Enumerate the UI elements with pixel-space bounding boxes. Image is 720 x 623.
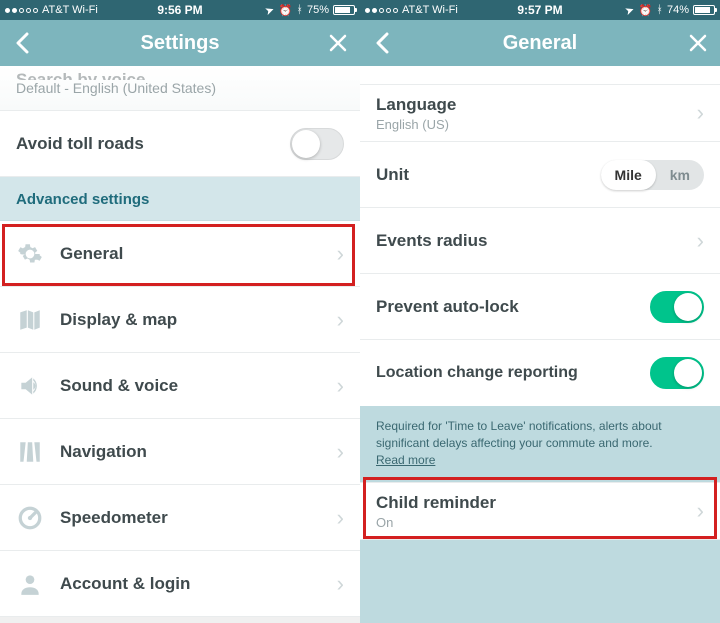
- row-general[interactable]: General ›: [0, 221, 360, 287]
- row-location-reporting[interactable]: Location change reporting: [360, 340, 720, 406]
- language-value: English (US): [376, 117, 689, 132]
- location-reporting-label: Location change reporting: [376, 364, 650, 382]
- row-navigation[interactable]: Navigation ›: [0, 419, 360, 485]
- clock-label: 9:56 PM: [157, 3, 202, 17]
- chevron-right-icon: ›: [329, 241, 344, 267]
- back-button[interactable]: [360, 20, 404, 66]
- status-bar: AT&T Wi-Fi 9:57 PM ➤ ⏰ ᚼ 74%: [360, 0, 720, 20]
- chevron-right-icon: ›: [329, 439, 344, 465]
- unit-option-mile[interactable]: Mile: [601, 160, 656, 190]
- status-bar: AT&T Wi-Fi 9:56 PM ➤ ⏰ ᚼ 75%: [0, 0, 360, 20]
- prevent-autolock-toggle[interactable]: [650, 291, 704, 323]
- account-login-label: Account & login: [60, 574, 329, 594]
- battery-pct-label: 74%: [667, 4, 689, 16]
- unit-segmented[interactable]: Mile km: [601, 160, 704, 190]
- search-voice-subtitle: Default - English (United States): [16, 80, 344, 96]
- chevron-right-icon: ›: [689, 228, 704, 254]
- row-avoid-tolls[interactable]: Avoid toll roads: [0, 111, 360, 177]
- location-reporting-toggle[interactable]: [650, 357, 704, 389]
- events-radius-label: Events radius: [376, 231, 689, 251]
- map-icon: [16, 306, 44, 334]
- language-label: Language: [376, 95, 689, 115]
- chevron-right-icon: ›: [329, 571, 344, 597]
- speedometer-label: Speedometer: [60, 508, 329, 528]
- navigation-icon: [16, 438, 44, 466]
- row-child-reminder[interactable]: Child reminder On ›: [360, 482, 720, 540]
- carrier-label: AT&T Wi-Fi: [402, 4, 458, 16]
- alarm-icon: ⏰: [639, 4, 653, 17]
- signal-dots-icon: [365, 8, 398, 13]
- page-title: General: [503, 32, 577, 55]
- chevron-right-icon: ›: [329, 373, 344, 399]
- nav-bar: General: [360, 20, 720, 66]
- bluetooth-icon: ᚼ: [296, 4, 303, 16]
- close-button[interactable]: [316, 20, 360, 66]
- row-sound-voice[interactable]: Sound & voice ›: [0, 353, 360, 419]
- row-search-by-voice[interactable]: Search by voice Default - English (Unite…: [0, 66, 360, 111]
- read-more-link[interactable]: Read more: [376, 453, 435, 467]
- screen-settings: AT&T Wi-Fi 9:56 PM ➤ ⏰ ᚼ 75% Settings Se…: [0, 0, 360, 623]
- screen-bg-fill: [360, 540, 720, 623]
- info-banner: Required for 'Time to Leave' notificatio…: [360, 406, 720, 482]
- speedometer-icon: [16, 504, 44, 532]
- account-icon: [16, 570, 44, 598]
- row-display-map[interactable]: Display & map ›: [0, 287, 360, 353]
- row-events-radius[interactable]: Events radius ›: [360, 208, 720, 274]
- row-account-login[interactable]: Account & login ›: [0, 551, 360, 617]
- battery-icon: [693, 5, 715, 15]
- alarm-icon: ⏰: [279, 4, 293, 17]
- navigation-label: Navigation: [60, 442, 329, 462]
- chevron-right-icon: ›: [329, 505, 344, 531]
- child-reminder-label: Child reminder: [376, 493, 689, 513]
- battery-pct-label: 75%: [307, 4, 329, 16]
- bluetooth-icon: ᚼ: [656, 4, 663, 16]
- location-services-icon: ➤: [263, 2, 276, 17]
- speaker-icon: [16, 372, 44, 400]
- nav-bar: Settings: [0, 20, 360, 66]
- info-text: Required for 'Time to Leave' notificatio…: [376, 419, 662, 450]
- back-button[interactable]: [0, 20, 44, 66]
- chevron-right-icon: ›: [689, 498, 704, 524]
- carrier-label: AT&T Wi-Fi: [42, 4, 98, 16]
- row-unit: Unit Mile km: [360, 142, 720, 208]
- signal-dots-icon: [5, 8, 38, 13]
- section-advanced: Advanced settings: [0, 177, 360, 221]
- page-title: Settings: [141, 32, 220, 55]
- chevron-right-icon: ›: [689, 100, 704, 126]
- row-language[interactable]: Language English (US) ›: [360, 84, 720, 142]
- general-label: General: [60, 244, 329, 264]
- battery-icon: [333, 5, 355, 15]
- unit-label: Unit: [376, 165, 601, 185]
- clock-label: 9:57 PM: [517, 3, 562, 17]
- close-button[interactable]: [676, 20, 720, 66]
- avoid-tolls-toggle[interactable]: [290, 128, 344, 160]
- search-voice-title: Search by voice: [16, 70, 344, 80]
- row-speedometer[interactable]: Speedometer ›: [0, 485, 360, 551]
- screen-general: AT&T Wi-Fi 9:57 PM ➤ ⏰ ᚼ 74% General: [360, 0, 720, 623]
- row-prevent-autolock[interactable]: Prevent auto-lock: [360, 274, 720, 340]
- display-map-label: Display & map: [60, 310, 329, 330]
- gear-icon: [16, 240, 44, 268]
- location-services-icon: ➤: [623, 2, 636, 17]
- child-reminder-value: On: [376, 515, 689, 530]
- sound-voice-label: Sound & voice: [60, 376, 329, 396]
- chevron-right-icon: ›: [329, 307, 344, 333]
- unit-option-km[interactable]: km: [656, 160, 704, 190]
- avoid-tolls-label: Avoid toll roads: [16, 134, 290, 154]
- prevent-autolock-label: Prevent auto-lock: [376, 297, 650, 317]
